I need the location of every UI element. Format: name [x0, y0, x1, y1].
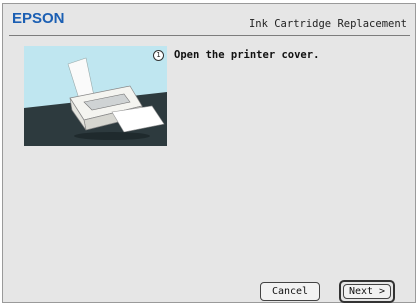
printer-illustration [24, 46, 167, 146]
dialog-title: Ink Cartridge Replacement [248, 18, 407, 30]
header-divider [9, 35, 410, 36]
epson-logo: EPSON [12, 10, 65, 27]
step-instruction: Open the printer cover. [174, 49, 320, 61]
dialog-header: EPSON Ink Cartridge Replacement [3, 4, 415, 38]
next-button-default-ring: Next > [339, 280, 395, 303]
dialog-window: EPSON Ink Cartridge Replacement 1 Open t… [2, 3, 416, 303]
step-number-badge: 1 [153, 50, 164, 61]
cancel-button[interactable]: Cancel [260, 282, 320, 301]
next-button[interactable]: Next > [343, 284, 391, 299]
